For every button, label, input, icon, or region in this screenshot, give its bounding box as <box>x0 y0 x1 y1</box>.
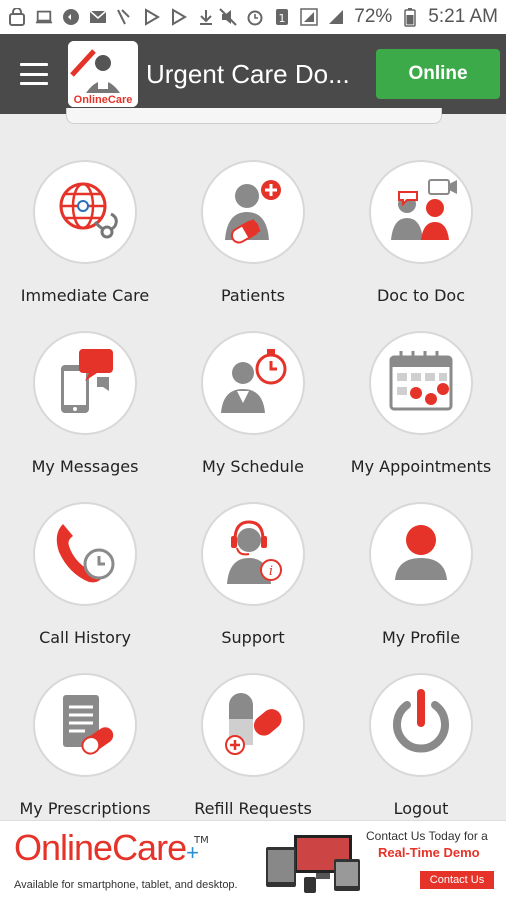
battery-icon <box>401 8 419 27</box>
prescription-icon <box>45 683 125 767</box>
tile-label: Support <box>221 628 285 647</box>
phone-history-icon <box>45 512 125 596</box>
play-store-icon <box>143 8 161 26</box>
svg-text:OnlineCare: OnlineCare <box>74 94 133 106</box>
contact-us-button[interactable]: Contact Us <box>420 871 494 889</box>
clock: 5:21 AM <box>428 6 498 27</box>
alarm-icon <box>246 8 264 26</box>
app-title: Urgent Care Do... <box>146 58 350 89</box>
tile-support[interactable]: i Support <box>169 492 337 652</box>
tile-label: My Messages <box>31 457 139 476</box>
tile-label: My Profile <box>381 628 461 647</box>
online-status-button[interactable]: Online <box>376 49 500 99</box>
tile-my-appointments[interactable]: My Appointments <box>337 321 505 481</box>
mute-icon <box>219 8 237 26</box>
search-bar[interactable] <box>66 108 442 124</box>
play-store-icon <box>170 8 188 26</box>
tile-label: My Appointments <box>350 457 492 476</box>
tile-label: My Prescriptions <box>19 799 151 818</box>
tile-refill-requests[interactable]: Refill Requests <box>169 663 337 823</box>
tile-my-prescriptions[interactable]: My Prescriptions <box>1 663 169 823</box>
tile-label: Call History <box>39 628 131 647</box>
menu-icon[interactable] <box>20 63 48 85</box>
laptop-icon <box>35 8 53 26</box>
doctors-video-icon <box>381 170 461 254</box>
chat-icon <box>62 8 80 26</box>
status-bar-notifications <box>8 8 215 26</box>
banner-demo-text: Real-Time Demo <box>378 845 480 860</box>
lock-app-icon <box>8 8 26 26</box>
user-profile-icon <box>381 512 461 596</box>
app-bar: OnlineCare Urgent Care Do... Online <box>0 34 506 114</box>
phone-message-icon <box>45 341 125 425</box>
ad-banner[interactable]: OnlineCare+ TM Available for smartphone,… <box>0 820 506 900</box>
tile-logout[interactable]: Logout <box>337 663 505 823</box>
patient-pill-icon <box>213 170 293 254</box>
svg-text:1: 1 <box>279 12 286 25</box>
doctor-timer-icon <box>213 341 293 425</box>
support-agent-icon: i <box>213 512 293 596</box>
tile-my-schedule[interactable]: My Schedule <box>169 321 337 481</box>
missed-call-icon <box>116 8 134 26</box>
devices-image <box>264 833 364 893</box>
sim-icon: 1 <box>273 8 291 26</box>
svg-text:i: i <box>269 564 273 579</box>
tile-my-messages[interactable]: My Messages <box>1 321 169 481</box>
globe-stethoscope-icon <box>45 170 125 254</box>
tile-immediate-care[interactable]: Immediate Care <box>1 150 169 310</box>
download-icon <box>197 8 215 26</box>
tile-label: Refill Requests <box>194 799 312 818</box>
banner-contact-text: Contact Us Today for a <box>366 829 488 843</box>
tile-label: Logout <box>393 799 449 818</box>
status-bar-system: 1 72% 5:21 AM <box>219 6 498 28</box>
calendar-check-icon <box>381 341 461 425</box>
tile-call-history[interactable]: Call History <box>1 492 169 652</box>
app-logo: OnlineCare <box>68 41 138 107</box>
tile-patients[interactable]: Patients <box>169 150 337 310</box>
trademark: TM <box>194 835 209 846</box>
tile-doc-to-doc[interactable]: Doc to Doc <box>337 150 505 310</box>
tile-label: My Schedule <box>202 457 304 476</box>
power-icon <box>381 683 461 767</box>
signal-box-icon <box>300 8 318 26</box>
signal-icon <box>327 8 345 26</box>
banner-logo: OnlineCare+ <box>14 827 199 868</box>
mail-icon <box>89 8 107 26</box>
refill-pills-icon <box>213 683 293 767</box>
tile-my-profile[interactable]: My Profile <box>337 492 505 652</box>
tile-label: Doc to Doc <box>376 286 466 305</box>
status-bar: 1 72% 5:21 AM <box>0 0 506 34</box>
banner-tagline: Available for smartphone, tablet, and de… <box>14 879 238 891</box>
battery-percent: 72% <box>354 6 393 27</box>
tile-label: Patients <box>220 286 286 305</box>
tile-label: Immediate Care <box>20 286 150 305</box>
